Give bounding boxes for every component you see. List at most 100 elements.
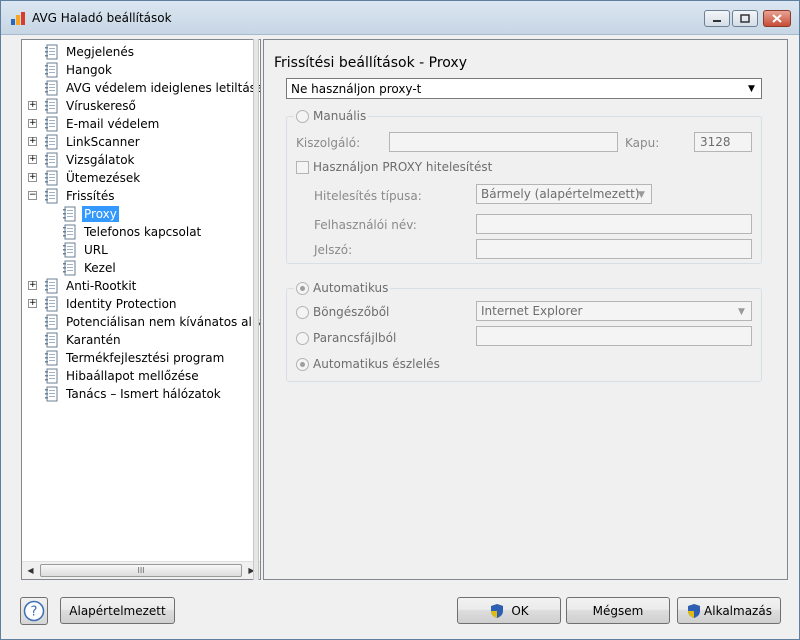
browser-radio-button[interactable] [296, 305, 309, 319]
panel-splitter[interactable] [253, 39, 259, 580]
help-button[interactable]: ? [20, 597, 48, 625]
scroll-thumb[interactable]: III [40, 564, 242, 577]
settings-page-icon [45, 62, 58, 78]
maximize-button[interactable] [732, 10, 758, 27]
automatic-radio[interactable]: Automatikus [294, 281, 391, 295]
auth-type-select[interactable]: Bármely (alapértelmezett) ▼ [476, 184, 652, 204]
tree-child-item[interactable]: Telefonos kapcsolat [62, 223, 203, 241]
settings-tree[interactable]: Megjelenés Hangok AVG védelem ideiglenes l… [21, 39, 261, 580]
settings-panel: Frissítési beállítások - Proxy Ne haszná… [263, 39, 788, 580]
tree-item[interactable]: Potenciálisan nem kívánatos alkalm [44, 313, 260, 331]
settings-page-icon [63, 224, 76, 240]
script-input[interactable] [476, 326, 752, 346]
scroll-thumb-grip: III [137, 566, 145, 575]
settings-page-icon [45, 80, 58, 96]
automatic-radio-button[interactable] [296, 281, 309, 295]
tree-item[interactable]: Karantén [44, 331, 123, 349]
auto-detect-radio-button[interactable] [296, 357, 309, 371]
proxy-auth-checkbox-row[interactable]: Használjon PROXY hitelesítést [296, 160, 492, 174]
page-title: Frissítési beállítások - Proxy [274, 55, 467, 71]
scroll-left-arrow-icon[interactable]: ◀ [22, 562, 39, 579]
settings-page-icon [45, 44, 58, 60]
manual-radio-button[interactable] [296, 109, 309, 123]
tree-item[interactable]: Tanács – Ismert hálózatok [44, 385, 223, 403]
dropdown-arrow-icon: ▼ [638, 189, 645, 200]
expand-icon[interactable]: + [28, 137, 37, 146]
tree-item-label: Megjelenés [66, 45, 135, 59]
tree-item[interactable]: Hibaállapot mellőzése [44, 367, 201, 385]
title-bar[interactable]: AVG Haladó beállítások [1, 1, 799, 35]
expand-icon[interactable]: + [28, 281, 37, 290]
settings-page-icon [63, 260, 76, 276]
tree-item-label: Termékfejlesztési program [66, 351, 225, 365]
auth-type-value: Bármely (alapértelmezett) [481, 187, 640, 201]
dropdown-arrow-icon: ▼ [738, 306, 745, 317]
tree-child-item[interactable]: Proxy [62, 205, 119, 223]
proxy-auth-checkbox[interactable] [296, 160, 309, 174]
tree-horizontal-scrollbar[interactable]: ◀ III ▶ [22, 561, 260, 579]
tree-item-label: Ütemezések [66, 171, 141, 185]
settings-page-icon [45, 332, 58, 348]
tree-item[interactable]: + Anti-Rootkit [28, 277, 138, 295]
tree-list: Megjelenés Hangok AVG védelem ideiglenes l… [22, 40, 260, 561]
tree-item[interactable]: + E-mail védelem [28, 115, 161, 133]
auto-detect-radio[interactable]: Automatikus észlelés [296, 357, 440, 371]
default-button-label: Alapértelmezett [69, 603, 166, 618]
apply-button[interactable]: Alkalmazás [677, 597, 781, 624]
manual-label: Manuális [313, 109, 367, 123]
expand-icon[interactable]: + [28, 119, 37, 128]
default-button[interactable]: Alapértelmezett [60, 597, 175, 624]
ok-button[interactable]: OK [457, 597, 561, 624]
settings-page-icon [45, 98, 58, 114]
tree-item[interactable]: − Frissítés [28, 187, 116, 205]
cancel-button-label: Mégsem [592, 603, 644, 618]
settings-page-icon [45, 134, 58, 150]
settings-page-icon [45, 116, 58, 132]
expand-icon[interactable]: + [28, 101, 37, 110]
proxy-auth-label: Használjon PROXY hitelesítést [313, 160, 493, 174]
server-input[interactable] [389, 132, 618, 152]
collapse-icon[interactable]: − [28, 191, 37, 200]
settings-page-icon [45, 350, 58, 366]
tree-item-label: Vizsgálatok [66, 153, 135, 167]
avg-logo-icon [11, 12, 25, 25]
proxy-mode-select[interactable]: Ne használjon proxy-t ▼ [286, 78, 762, 99]
cancel-button[interactable]: Mégsem [566, 597, 670, 624]
browser-select[interactable]: Internet Explorer ▼ [476, 301, 752, 321]
expand-icon[interactable]: + [28, 155, 37, 164]
tree-item-label: LinkScanner [66, 135, 140, 149]
tree-item[interactable]: + LinkScanner [28, 133, 142, 151]
settings-page-icon [45, 314, 58, 330]
automatic-label: Automatikus [313, 281, 389, 295]
settings-page-icon [63, 206, 76, 222]
dropdown-arrow-icon: ▼ [748, 83, 755, 94]
script-radio-button[interactable] [296, 331, 309, 345]
expand-icon[interactable]: + [28, 173, 37, 182]
apply-button-label: Alkalmazás [704, 603, 772, 618]
close-button[interactable] [763, 10, 791, 27]
browser-radio[interactable]: Böngészőből [296, 305, 389, 319]
tree-item[interactable]: Termékfejlesztési program [44, 349, 226, 367]
manual-radio[interactable]: Manuális [294, 109, 369, 123]
tree-child-item[interactable]: Kezel [62, 259, 118, 277]
tree-item[interactable]: Hangok [44, 61, 114, 79]
tree-child-item[interactable]: URL [62, 241, 110, 259]
port-label: Kapu: [625, 136, 660, 150]
tree-item[interactable]: + Identity Protection [28, 295, 179, 313]
tree-item-label: E-mail védelem [66, 117, 160, 131]
username-label: Felhasználói név: [314, 218, 417, 232]
expand-icon[interactable]: + [28, 299, 37, 308]
tree-item[interactable]: + Vizsgálatok [28, 151, 136, 169]
tree-item[interactable]: + Ütemezések [28, 169, 142, 187]
tree-item-label: Hibaállapot mellőzése [66, 369, 199, 383]
tree-item[interactable]: Megjelenés [44, 43, 136, 61]
tree-item[interactable]: + Víruskereső [28, 97, 138, 115]
minimize-button[interactable] [704, 10, 730, 27]
port-input[interactable]: 3128 [694, 132, 752, 152]
settings-page-icon [45, 188, 58, 204]
browser-value: Internet Explorer [481, 304, 583, 318]
tree-item[interactable]: AVG védelem ideiglenes letiltása [44, 79, 260, 97]
password-input[interactable] [476, 239, 752, 259]
username-input[interactable] [476, 214, 752, 234]
script-radio[interactable]: Parancsfájlból [296, 331, 396, 345]
